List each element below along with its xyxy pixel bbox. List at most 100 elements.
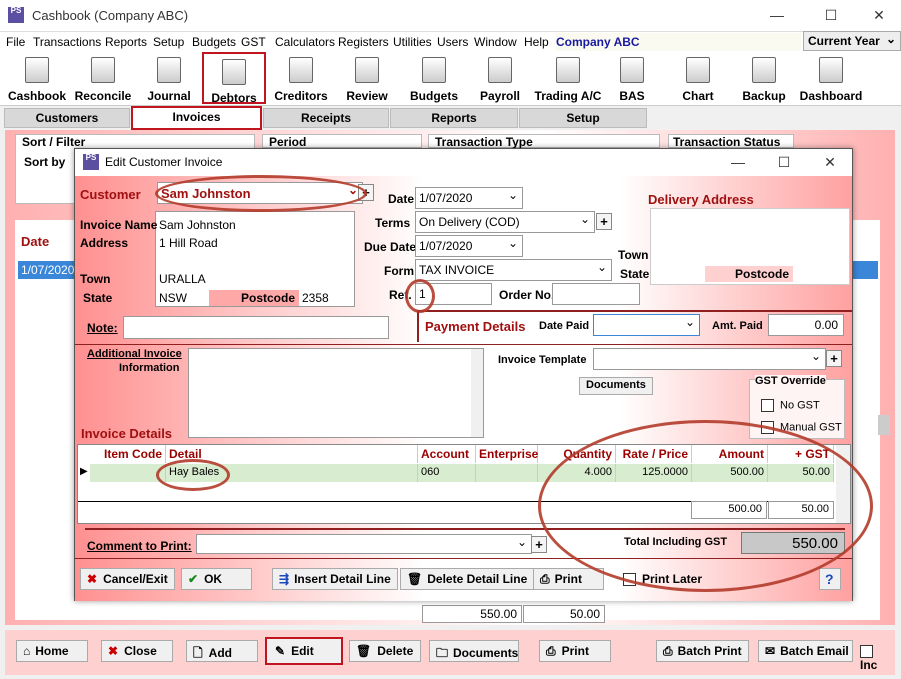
invoice-template-label: Invoice Template: [498, 354, 587, 366]
address-label: Address: [80, 236, 129, 250]
tab-customers[interactable]: Customers: [4, 108, 130, 128]
close-x-icon: ✖: [108, 644, 119, 658]
invoice-template-select[interactable]: [593, 348, 826, 370]
dialog-minimize-icon[interactable]: —: [725, 151, 751, 173]
menu-registers[interactable]: Registers: [338, 35, 389, 49]
customer-annotation-oval: [155, 175, 367, 212]
creditors-button[interactable]: Creditors: [270, 52, 332, 104]
ok-button[interactable]: ✔ OK: [181, 568, 252, 590]
menu-gst[interactable]: GST: [241, 35, 266, 49]
payroll-button[interactable]: Payroll: [472, 52, 528, 104]
col-account: Account: [418, 445, 476, 463]
comment-select[interactable]: [196, 534, 532, 554]
batch-email-button[interactable]: ✉ Batch Email: [758, 640, 853, 662]
cashbook-button[interactable]: Cashbook: [4, 52, 70, 104]
close-icon[interactable]: ✕: [866, 4, 892, 26]
print-icon: ⎙: [546, 644, 556, 658]
order-no-input[interactable]: [552, 283, 640, 305]
chart-button[interactable]: Chart: [674, 52, 722, 104]
documents-button[interactable]: Documents: [579, 377, 653, 395]
payment-details-title: Payment Details: [425, 319, 526, 334]
review-button[interactable]: Review: [338, 52, 396, 104]
tab-reports[interactable]: Reports: [390, 108, 518, 128]
period-label: Period: [269, 135, 307, 149]
list-total-amount: 550.00: [422, 605, 522, 623]
additional-info-label1: Additional Invoice: [87, 348, 182, 360]
town-value[interactable]: URALLA: [159, 272, 206, 286]
transaction-status-label: Transaction Status: [673, 135, 781, 149]
journal-button[interactable]: Journal: [140, 52, 198, 104]
invoice-name-value[interactable]: Sam Johnston: [159, 218, 236, 232]
print-button[interactable]: ⎙ Print: [539, 640, 611, 662]
review-icon: [355, 57, 379, 83]
bas-button[interactable]: BAS: [610, 52, 654, 104]
add-button[interactable]: 🗋 Add: [186, 640, 258, 662]
tab-invoices[interactable]: Invoices: [131, 106, 262, 130]
include-box[interactable]: [860, 645, 873, 659]
form-label: Form: [384, 264, 414, 278]
cell-enterprise[interactable]: [476, 464, 538, 482]
menu-transactions[interactable]: Transactions: [33, 35, 101, 49]
documents-bottom-button[interactable]: 🗀 Documents: [429, 640, 519, 662]
backup-button[interactable]: Backup: [738, 52, 790, 104]
delete-detail-line-button[interactable]: 🗑 Delete Detail Line: [400, 568, 535, 590]
order-no-label: Order No.: [499, 288, 555, 302]
tab-setup[interactable]: Setup: [519, 108, 647, 128]
add-template-button[interactable]: +: [826, 350, 842, 367]
menu-calculators[interactable]: Calculators: [275, 35, 335, 49]
cell-item-code[interactable]: [90, 464, 166, 482]
trash-icon: 🗑: [407, 572, 423, 586]
menu-users[interactable]: Users: [437, 35, 468, 49]
form-select[interactable]: TAX INVOICE: [415, 259, 612, 281]
add-document-icon: 🗋: [193, 646, 203, 660]
no-gst-box[interactable]: [761, 399, 774, 412]
menu-file[interactable]: File: [6, 35, 25, 49]
batch-print-button[interactable]: ⎙ Batch Print: [656, 640, 749, 662]
amt-paid-input[interactable]: 0.00: [768, 314, 844, 336]
add-terms-button[interactable]: +: [596, 213, 612, 230]
list-scrollbar[interactable]: [878, 415, 890, 435]
due-date-select[interactable]: 1/07/2020: [415, 235, 523, 257]
minimize-icon[interactable]: —: [764, 4, 790, 26]
dashboard-button[interactable]: Dashboard: [798, 52, 864, 104]
menu-setup[interactable]: Setup: [153, 35, 184, 49]
payment-divider-left: [417, 310, 419, 342]
delete-button[interactable]: 🗑 Delete: [349, 640, 421, 662]
additional-info-textarea[interactable]: [188, 348, 484, 438]
due-date-label: Due Date: [364, 240, 417, 254]
tab-receipts[interactable]: Receipts: [263, 108, 389, 128]
date-select[interactable]: 1/07/2020: [415, 187, 523, 209]
year-select[interactable]: Current Year: [803, 31, 901, 51]
no-gst-checkbox[interactable]: No GST: [761, 399, 820, 412]
additional-info-scrollbar[interactable]: [471, 349, 483, 437]
state-value[interactable]: NSW: [159, 291, 187, 305]
edit-button[interactable]: ✎ Edit: [265, 637, 343, 665]
cancel-exit-button[interactable]: ✖ Cancel/Exit: [80, 568, 175, 590]
add-comment-button[interactable]: +: [531, 536, 547, 553]
menu-window[interactable]: Window: [474, 35, 517, 49]
address-value[interactable]: 1 Hill Road: [159, 236, 218, 250]
menu-budgets[interactable]: Budgets: [192, 35, 236, 49]
reconcile-button[interactable]: Reconcile: [72, 52, 134, 104]
cell-account[interactable]: 060: [418, 464, 476, 482]
dialog-print-button[interactable]: ⎙ Print: [533, 568, 604, 590]
maximize-icon[interactable]: ☐: [818, 4, 844, 26]
dialog-maximize-icon[interactable]: ☐: [771, 151, 797, 173]
home-button[interactable]: ⌂ Home: [16, 640, 88, 662]
terms-select[interactable]: On Delivery (COD): [415, 211, 595, 233]
dialog-close-icon[interactable]: ✕: [817, 151, 843, 173]
note-input[interactable]: [123, 316, 389, 339]
menu-utilities[interactable]: Utilities: [393, 35, 432, 49]
budgets-button[interactable]: Budgets: [404, 52, 464, 104]
close-button[interactable]: ✖ Close: [101, 640, 173, 662]
delete-trash-icon: 🗑: [356, 644, 372, 658]
help-button[interactable]: ?: [819, 568, 841, 590]
trading-button[interactable]: Trading A/C: [532, 52, 604, 104]
insert-detail-line-button[interactable]: ⇶ Insert Detail Line: [272, 568, 398, 590]
date-paid-select[interactable]: [593, 314, 700, 336]
debtors-button[interactable]: Debtors: [202, 52, 266, 105]
menu-help[interactable]: Help: [524, 35, 549, 49]
menu-reports[interactable]: Reports: [105, 35, 147, 49]
postcode-value[interactable]: 2358: [302, 291, 329, 305]
include-checkbox[interactable]: Inc: [860, 644, 895, 672]
